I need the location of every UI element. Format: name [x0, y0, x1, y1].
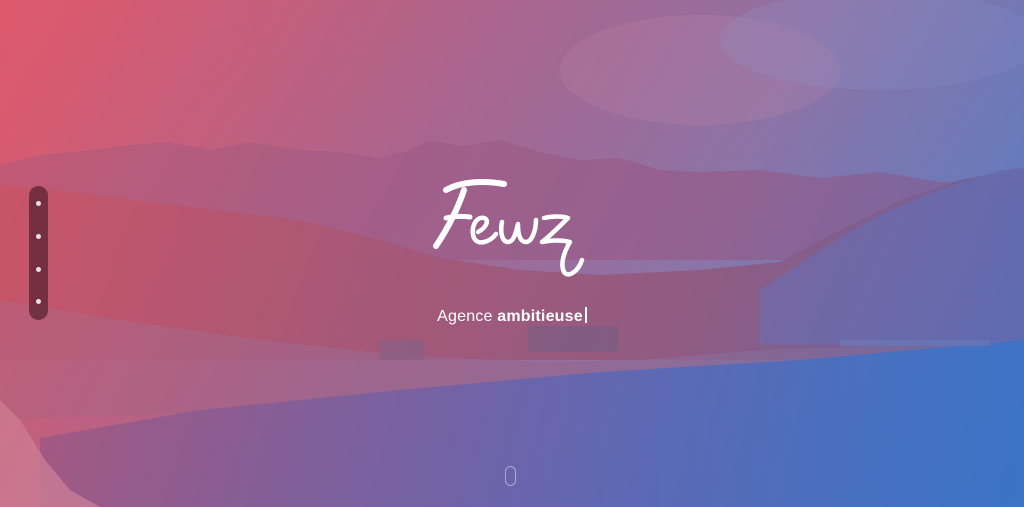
script-logo-icon	[433, 179, 585, 277]
tagline-prefix: Agence	[437, 308, 493, 325]
nav-dot-1[interactable]	[36, 201, 41, 206]
nav-dot-3[interactable]	[36, 267, 41, 272]
nav-dot-4[interactable]	[36, 299, 41, 304]
brand-logo: Fewz	[420, 168, 610, 288]
hero-section: Fewz Agence ambitieuse	[0, 0, 1024, 507]
hero-tagline: Agence ambitieuse	[380, 307, 644, 326]
section-dots-nav[interactable]	[29, 186, 48, 320]
mouse-scroll-icon[interactable]	[505, 466, 516, 486]
nav-dot-2[interactable]	[36, 234, 41, 239]
typing-cursor	[584, 307, 587, 323]
tagline-emphasis: ambitieuse	[497, 308, 583, 325]
